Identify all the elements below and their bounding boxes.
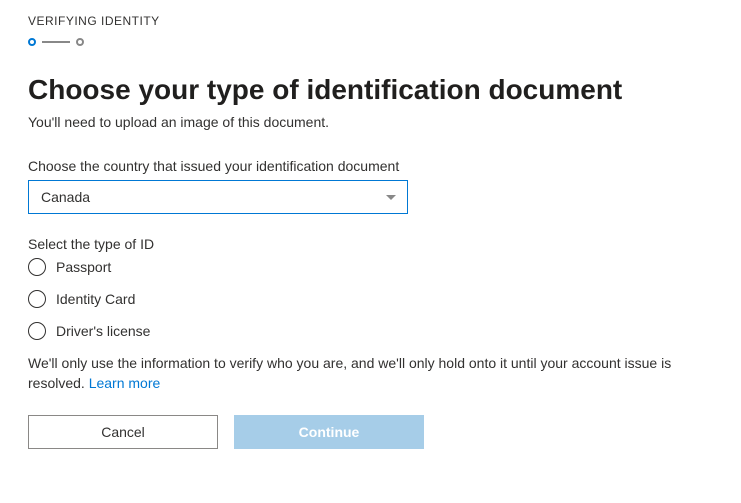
radio-label: Driver's license [56,323,150,339]
id-type-radio-group: Passport Identity Card Driver's license [28,258,713,340]
step-connector [42,41,70,43]
learn-more-link[interactable]: Learn more [89,375,161,391]
step-label: VERIFYING IDENTITY [28,14,713,28]
continue-button[interactable]: Continue [234,415,424,449]
radio-label: Identity Card [56,291,135,307]
button-row: Cancel Continue [28,415,713,449]
step-dot-1 [28,38,36,46]
radio-option-identity-card[interactable]: Identity Card [28,290,713,308]
disclaimer-text: We'll only use the information to verify… [28,354,713,393]
id-type-label: Select the type of ID [28,236,713,252]
radio-option-passport[interactable]: Passport [28,258,713,276]
country-select[interactable]: Canada [28,180,408,214]
radio-label: Passport [56,259,111,275]
radio-icon [28,290,46,308]
radio-icon [28,322,46,340]
country-select-value: Canada [41,189,90,205]
cancel-button[interactable]: Cancel [28,415,218,449]
page-title: Choose your type of identification docum… [28,74,713,106]
progress-stepper [28,38,713,46]
radio-icon [28,258,46,276]
step-dot-2 [76,38,84,46]
page-subtitle: You'll need to upload an image of this d… [28,114,713,130]
country-field-label: Choose the country that issued your iden… [28,158,713,174]
radio-option-drivers-license[interactable]: Driver's license [28,322,713,340]
